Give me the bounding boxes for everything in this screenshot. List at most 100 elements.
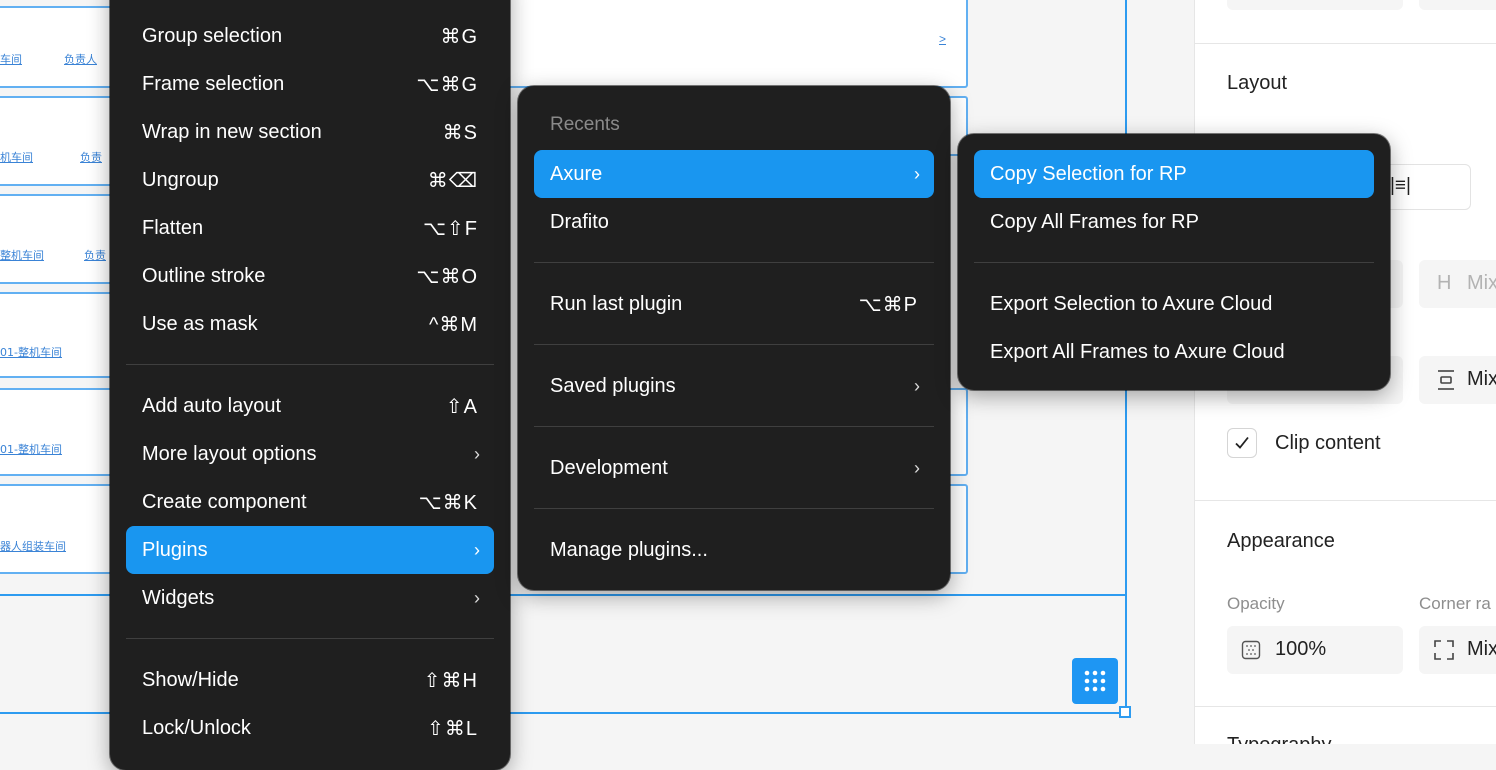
chevron-right-icon: ›	[474, 587, 480, 608]
menu-item-lock-unlock[interactable]: Lock/Unlock ⇧⌘L	[126, 704, 494, 752]
menu-item-group-selection[interactable]: Group selection ⌘G	[126, 12, 494, 60]
opacity-field[interactable]: 100%	[1227, 626, 1403, 674]
menu-separator	[974, 262, 1374, 263]
list-row[interactable]	[0, 388, 116, 476]
menu-item-label: Ungroup	[142, 168, 219, 191]
menu-separator	[534, 262, 934, 263]
chevron-right-icon: ›	[914, 457, 920, 478]
menu-item-label: Add auto layout	[142, 394, 281, 417]
menu-item-label: Drafito	[550, 210, 609, 233]
axure-submenu: Copy Selection for RP Copy All Frames fo…	[958, 134, 1390, 390]
list-row[interactable]	[0, 6, 116, 88]
menu-item-label: Create component	[142, 490, 307, 513]
menu-item-label: Flatten	[142, 216, 204, 239]
menu-item-manage-plugins[interactable]: Manage plugins...	[534, 526, 934, 574]
menu-item-shortcut: ⌘S	[442, 121, 478, 144]
menu-item-label: Export Selection to Axure Cloud	[990, 292, 1273, 315]
menu-item-label: Use as mask	[142, 312, 258, 335]
menu-item-ungroup[interactable]: Ungroup ⌘⌫	[126, 156, 494, 204]
corner-radius-label: Corner ra	[1419, 594, 1491, 613]
menu-item-flatten[interactable]: Flatten ⌥⇧F	[126, 204, 494, 252]
menu-item-plugins[interactable]: Plugins ›	[126, 526, 494, 574]
menu-item-export-all-frames-to-axure-cloud[interactable]: Export All Frames to Axure Cloud	[974, 328, 1374, 376]
row-owner-label[interactable]: 负责	[80, 149, 102, 165]
menu-item-shortcut: ⌘⌫	[427, 169, 478, 192]
opacity-icon	[1241, 640, 1261, 660]
menu-item-run-last-plugin[interactable]: Run last plugin ⌥⌘P	[534, 280, 934, 328]
top-field[interactable]	[1227, 0, 1403, 10]
menu-item-label: Export All Frames to Axure Cloud	[990, 340, 1285, 363]
height-field[interactable]: H Mix	[1419, 260, 1496, 308]
menu-item-use-as-mask[interactable]: Use as mask ^⌘M	[126, 300, 494, 348]
menu-item-widgets[interactable]: Widgets ›	[126, 574, 494, 622]
menu-item-export-selection-to-axure-cloud[interactable]: Export Selection to Axure Cloud	[974, 280, 1374, 328]
row-workshop-label[interactable]: 01-整机车间	[0, 441, 62, 457]
row-workshop-label[interactable]: 01-整机车间	[0, 344, 62, 360]
menu-item-label: Lock/Unlock	[142, 716, 251, 739]
content-card[interactable]: >	[500, 0, 968, 88]
menu-item-label: Run last plugin	[550, 292, 683, 315]
card-link[interactable]: >	[939, 32, 946, 46]
menu-item-add-auto-layout[interactable]: Add auto layout ⇧A	[126, 382, 494, 430]
menu-item-shortcut: ⌥⌘O	[416, 265, 478, 288]
menu-separator	[126, 364, 494, 365]
menu-item-shortcut: ⌘G	[440, 25, 478, 48]
menu-item-copy-selection-for-rp[interactable]: Copy Selection for RP	[974, 150, 1374, 198]
vertical-spacing-icon	[1438, 370, 1454, 390]
menu-item-saved-plugins[interactable]: Saved plugins ›	[534, 362, 934, 410]
menu-item-show-hide[interactable]: Show/Hide ⇧⌘H	[126, 656, 494, 704]
clip-content-label[interactable]: Clip content	[1275, 432, 1381, 455]
chevron-right-icon: ›	[914, 375, 920, 396]
row-owner-label[interactable]: 负责人	[64, 51, 97, 67]
menu-item-more-layout-options[interactable]: More layout options ›	[126, 430, 494, 478]
menu-item-shortcut: ⌥⌘G	[416, 73, 478, 96]
top-field[interactable]	[1419, 0, 1496, 10]
list-row[interactable]	[0, 484, 116, 574]
menu-item-outline-stroke[interactable]: Outline stroke ⌥⌘O	[126, 252, 494, 300]
list-row[interactable]	[0, 292, 116, 378]
menu-item-development[interactable]: Development ›	[534, 444, 934, 492]
grid-dots-icon	[1084, 670, 1106, 692]
divider	[1195, 43, 1496, 44]
menu-item-copy-all-frames-for-rp[interactable]: Copy All Frames for RP	[974, 198, 1374, 246]
menu-item-label: Manage plugins...	[550, 538, 708, 561]
menu-item-label: Saved plugins	[550, 374, 676, 397]
menu-item-label: More layout options	[142, 442, 317, 465]
list-row[interactable]	[0, 96, 116, 186]
row-workshop-label[interactable]: 整机车间	[0, 247, 44, 263]
resize-handle[interactable]	[1119, 706, 1131, 718]
menu-item-label: Widgets	[142, 586, 215, 609]
opacity-label: Opacity	[1227, 594, 1285, 613]
menu-item-label: Copy Selection for RP	[990, 162, 1187, 185]
corner-radius-value: Mix	[1467, 638, 1496, 660]
row-workshop-label[interactable]: 车间	[0, 51, 22, 67]
menu-item-shortcut: ⇧⌘H	[423, 669, 478, 692]
menu-item-shortcut: ⌥⌘P	[858, 293, 918, 316]
checkmark-icon	[1235, 436, 1249, 449]
divider	[1195, 500, 1496, 501]
menu-item-shortcut: ⇧⌘L	[427, 717, 478, 740]
menu-item-label: Axure	[550, 162, 603, 185]
opacity-value: 100%	[1275, 638, 1327, 660]
row-workshop-label[interactable]: 器人组装车间	[0, 538, 66, 554]
corner-radius-field[interactable]: Mix	[1419, 626, 1496, 674]
menu-item-shortcut: ⇧A	[445, 395, 478, 418]
menu-item-axure[interactable]: Axure ›	[534, 150, 934, 198]
row-workshop-label[interactable]: 机车间	[0, 149, 33, 165]
spacing-field[interactable]: Mix	[1419, 356, 1496, 404]
menu-item-label: Plugins	[142, 538, 208, 561]
list-row[interactable]	[0, 194, 116, 284]
corner-radius-icon	[1434, 640, 1454, 660]
menu-item-wrap-in-section[interactable]: Wrap in new section ⌘S	[126, 108, 494, 156]
context-menu: Group selection ⌘G Frame selection ⌥⌘G W…	[110, 0, 510, 770]
menu-separator	[534, 426, 934, 427]
clip-content-checkbox[interactable]	[1227, 428, 1257, 458]
row-owner-label[interactable]: 负责	[84, 247, 106, 263]
recents-header: Recents	[550, 114, 620, 135]
menu-item-frame-selection[interactable]: Frame selection ⌥⌘G	[126, 60, 494, 108]
menu-item-drafito[interactable]: Drafito	[534, 198, 934, 246]
menu-item-create-component[interactable]: Create component ⌥⌘K	[126, 478, 494, 526]
plugins-submenu: Recents Axure › Drafito Run last plugin …	[518, 86, 950, 590]
menu-item-label: Show/Hide	[142, 668, 239, 691]
widget-grid-button[interactable]	[1072, 658, 1118, 704]
